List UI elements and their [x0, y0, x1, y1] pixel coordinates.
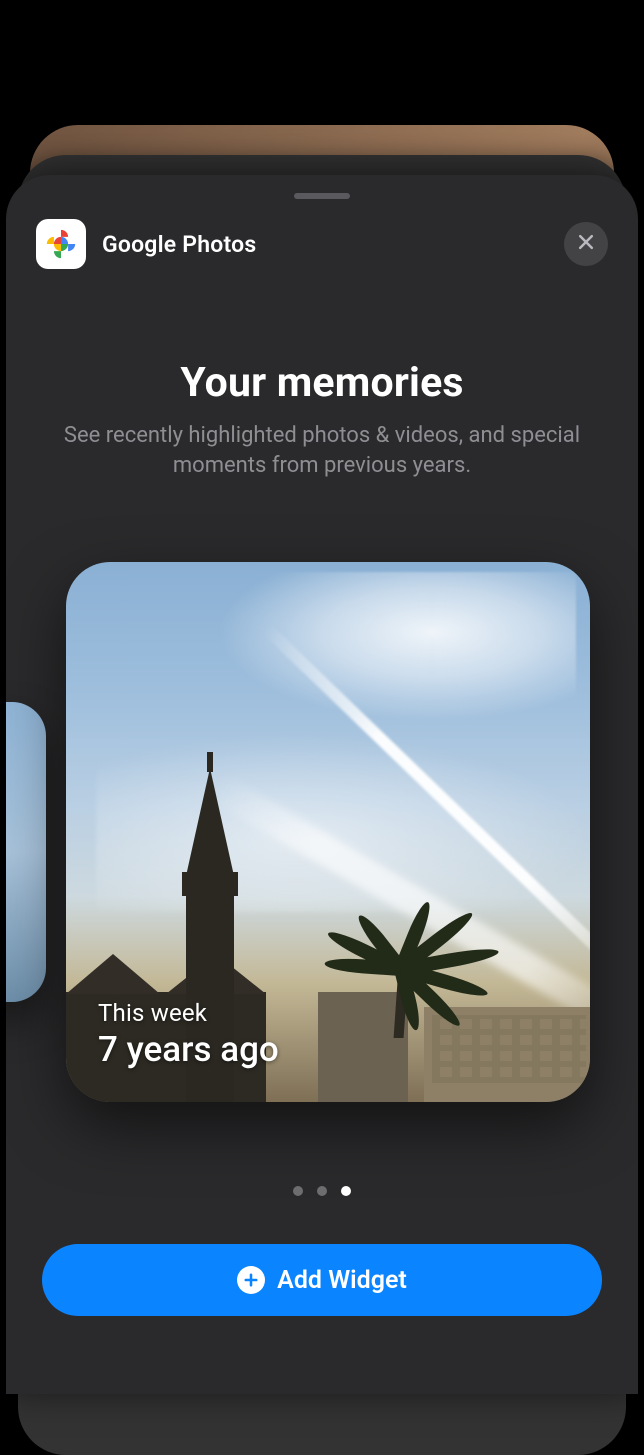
headline-title: Your memories: [42, 359, 602, 407]
plus-circle-icon: [237, 1266, 265, 1294]
page-dot-1[interactable]: [293, 1186, 303, 1196]
pagination-dots[interactable]: [6, 1186, 638, 1196]
page-dot-3[interactable]: [341, 1186, 351, 1196]
close-icon: [576, 232, 596, 256]
sheet-grabber[interactable]: [294, 193, 350, 199]
widget-preview-carousel[interactable]: This week 7 years ago: [6, 562, 638, 1152]
memory-label: This week 7 years ago: [98, 999, 279, 1070]
app-identity: Google Photos: [36, 219, 256, 269]
add-widget-button[interactable]: Add Widget: [42, 1244, 602, 1316]
close-button[interactable]: [564, 222, 608, 266]
headline-block: Your memories See recently highlighted p…: [6, 359, 638, 482]
memory-label-line1: This week: [98, 999, 279, 1027]
sheet-header: Google Photos: [6, 175, 638, 269]
app-name-label: Google Photos: [102, 231, 256, 258]
page-dot-2[interactable]: [317, 1186, 327, 1196]
widget-preview-card[interactable]: This week 7 years ago: [66, 562, 590, 1102]
google-photos-icon: [36, 219, 86, 269]
previous-widget-peek[interactable]: [6, 702, 46, 1002]
widget-picker-sheet: Google Photos Your memories See recently…: [6, 175, 638, 1394]
headline-subtitle: See recently highlighted photos & videos…: [42, 421, 602, 482]
memory-label-line2: 7 years ago: [98, 1029, 279, 1070]
add-widget-label: Add Widget: [277, 1266, 407, 1295]
